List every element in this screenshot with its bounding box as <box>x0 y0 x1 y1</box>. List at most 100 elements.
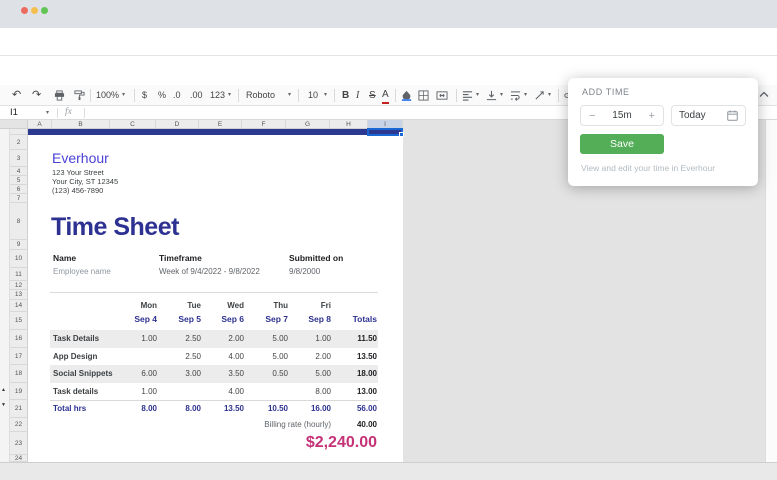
row-header-5[interactable]: 5 <box>10 176 28 185</box>
task-value[interactable]: 1.00 <box>287 334 331 343</box>
calendar-icon[interactable] <box>727 110 738 121</box>
undo-icon[interactable]: ↶ <box>12 85 21 106</box>
duration-stepper[interactable]: − 15m + <box>580 105 664 126</box>
row-header-7[interactable]: 7 <box>10 194 28 203</box>
minimize-window-button[interactable] <box>31 7 38 14</box>
row-header-18[interactable]: 18 <box>10 365 28 383</box>
vertical-scrollbar[interactable] <box>765 120 777 462</box>
row-header-13[interactable]: 13 <box>10 290 28 300</box>
select-all-corner[interactable] <box>0 120 28 129</box>
row-header-3[interactable]: 3 <box>10 150 28 167</box>
paint-format-icon[interactable] <box>74 90 85 101</box>
name-box[interactable]: I1 <box>10 107 18 118</box>
task-value[interactable]: 1.00 <box>113 387 157 396</box>
day-header-date[interactable]: Sep 4 <box>111 314 157 324</box>
task-value[interactable]: 1.00 <box>113 334 157 343</box>
task-total[interactable]: 13.00 <box>327 387 377 396</box>
everhour-link[interactable]: View and edit your time in Everhour <box>581 163 715 173</box>
task-value[interactable]: 4.00 <box>200 352 244 361</box>
text-wrap-icon[interactable] <box>510 90 521 101</box>
task-value[interactable]: 8.00 <box>287 387 331 396</box>
task-total[interactable]: 13.50 <box>327 352 377 361</box>
day-header-date[interactable]: Sep 5 <box>155 314 201 324</box>
row-header-23[interactable]: 23 <box>10 432 28 455</box>
format-more-formats[interactable]: 123 <box>210 85 225 106</box>
vertical-align-icon[interactable] <box>486 90 497 101</box>
row-header-14[interactable]: 14 <box>10 300 28 312</box>
task-total[interactable]: 18.00 <box>327 369 377 378</box>
text-rotation-icon[interactable] <box>534 90 545 101</box>
task-value[interactable]: 2.00 <box>287 352 331 361</box>
day-header-dow[interactable]: Wed <box>198 301 244 310</box>
row-header-11[interactable]: 11 <box>10 268 28 281</box>
zoom-window-button[interactable] <box>41 7 48 14</box>
row-header-16[interactable]: 16 <box>10 330 28 348</box>
day-header-dow[interactable]: Tue <box>155 301 201 310</box>
strikethrough-button[interactable]: S <box>369 85 376 106</box>
row-header-2[interactable]: 2 <box>10 135 28 150</box>
merge-cells-icon[interactable] <box>436 90 448 101</box>
day-header-dow[interactable]: Mon <box>111 301 157 310</box>
font-size-caret-icon[interactable]: ▾ <box>324 85 327 106</box>
day-header-date[interactable]: Sep 7 <box>242 314 288 324</box>
hidden-row-up-icon[interactable]: ▲ <box>1 388 6 393</box>
info-timeframe-label[interactable]: Timeframe <box>159 253 202 263</box>
format-percent[interactable]: % <box>158 85 166 106</box>
format-increase-decimal[interactable]: .00 <box>190 85 203 106</box>
task-value[interactable]: 5.00 <box>287 369 331 378</box>
task-value[interactable]: 6.00 <box>113 369 157 378</box>
task-value[interactable]: 5.00 <box>244 352 288 361</box>
column-header-g[interactable]: G <box>286 120 330 129</box>
column-header-b[interactable]: B <box>52 120 110 129</box>
company-address-line2[interactable]: Your City, ST 12345 <box>52 177 118 186</box>
row-header-24[interactable]: 24 <box>10 455 28 462</box>
column-header-e[interactable]: E <box>199 120 242 129</box>
column-header-c[interactable]: C <box>110 120 156 129</box>
day-header-dow[interactable]: Thu <box>242 301 288 310</box>
day-header-date[interactable]: Sep 6 <box>198 314 244 324</box>
column-header-h[interactable]: H <box>330 120 368 129</box>
font-select[interactable]: Roboto <box>246 85 275 106</box>
format-decrease-decimal[interactable]: .0 <box>173 85 181 106</box>
hidden-row-down-icon[interactable]: ▼ <box>1 403 6 408</box>
column-header-f[interactable]: F <box>242 120 286 129</box>
total-hrs-value[interactable]: 10.50 <box>244 404 288 413</box>
row-header-10[interactable]: 10 <box>10 250 28 268</box>
row-header-17[interactable]: 17 <box>10 348 28 365</box>
task-value[interactable]: 2.00 <box>200 334 244 343</box>
sheet-title[interactable]: Time Sheet <box>51 213 179 242</box>
info-name-label[interactable]: Name <box>53 253 76 263</box>
more-formats-caret-icon[interactable]: ▾ <box>228 85 231 106</box>
total-hrs-value[interactable]: 16.00 <box>287 404 331 413</box>
row-header-19[interactable]: 19 <box>10 383 28 400</box>
increase-duration-button[interactable]: + <box>649 110 655 122</box>
duration-value[interactable]: 15m <box>612 110 631 121</box>
column-header-d[interactable]: D <box>156 120 199 129</box>
save-button[interactable]: Save <box>580 134 664 154</box>
total-hrs-value[interactable]: 13.50 <box>200 404 244 413</box>
zoom-select[interactable]: 100% <box>96 85 119 106</box>
totals-header[interactable]: Totals <box>317 314 377 324</box>
row-header-15[interactable]: 15 <box>10 312 28 330</box>
total-hrs-value[interactable]: 8.00 <box>113 404 157 413</box>
task-value[interactable]: 3.00 <box>157 369 201 378</box>
task-value[interactable]: 2.50 <box>157 352 201 361</box>
italic-button[interactable]: I <box>356 85 359 106</box>
billing-rate-label[interactable]: Billing rate (hourly) <box>211 420 331 429</box>
info-submitted-label[interactable]: Submitted on <box>289 253 343 263</box>
total-hrs-value[interactable]: 8.00 <box>157 404 201 413</box>
company-address-line1[interactable]: 123 Your Street <box>52 168 104 177</box>
task-name[interactable]: Social Snippets <box>53 369 113 378</box>
column-header-a[interactable]: A <box>28 120 52 129</box>
task-total[interactable]: 11.50 <box>327 334 377 343</box>
task-name[interactable]: Task Details <box>53 334 99 343</box>
row-header-9[interactable]: 9 <box>10 240 28 250</box>
horizontal-align-icon[interactable] <box>462 90 473 101</box>
company-name[interactable]: Everhour <box>52 150 109 166</box>
info-name-value[interactable]: Employee name <box>53 267 111 276</box>
grand-total[interactable]: $2,240.00 <box>257 434 377 452</box>
print-icon[interactable] <box>54 90 65 101</box>
task-name[interactable]: Task details <box>53 387 98 396</box>
task-value[interactable]: 4.00 <box>200 387 244 396</box>
row-header-6[interactable]: 6 <box>10 185 28 194</box>
